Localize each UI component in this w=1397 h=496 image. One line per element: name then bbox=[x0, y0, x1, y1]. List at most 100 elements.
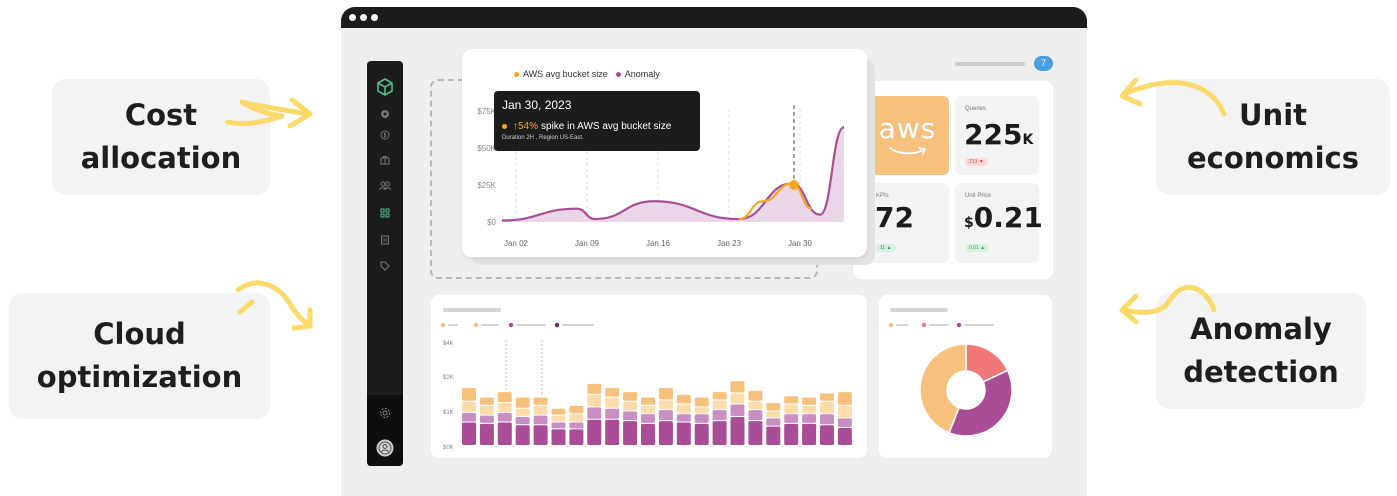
bar-chart-panel: $4K $2K $1K $0K bbox=[431, 295, 867, 458]
bar-segment bbox=[569, 422, 584, 429]
legend-swatch bbox=[956, 322, 962, 328]
circle-icon[interactable] bbox=[367, 109, 403, 119]
users-icon[interactable] bbox=[367, 181, 403, 191]
bar-segment bbox=[623, 401, 638, 411]
legend-swatch bbox=[554, 322, 560, 328]
kpis-value: 72 bbox=[875, 201, 914, 234]
app-window: 7 aws Queries 225K 213 ▼ KPIs 72 11 ▲ Un… bbox=[341, 7, 1087, 496]
bar-segment bbox=[551, 429, 566, 445]
curved-arrow-icon bbox=[1119, 77, 1227, 117]
bar-segment bbox=[784, 396, 799, 404]
bar-segment bbox=[479, 415, 494, 423]
bar-segment bbox=[658, 410, 673, 421]
sidebar-footer bbox=[367, 395, 403, 466]
sidebar bbox=[367, 61, 403, 466]
queries-change-badge: 213 ▼ bbox=[965, 158, 988, 166]
bar-segment bbox=[748, 421, 763, 445]
legend-placeholder bbox=[896, 324, 908, 326]
tooltip-dot bbox=[502, 124, 507, 129]
x-tick-label: Jan 16 bbox=[646, 239, 671, 248]
dollar-icon[interactable] bbox=[367, 130, 403, 140]
window-control-dot[interactable] bbox=[360, 14, 367, 21]
bar-segment bbox=[605, 408, 620, 419]
bar-segment bbox=[515, 416, 530, 425]
bar-segment bbox=[676, 394, 691, 404]
unit-price-card: Unit Price $0.21 0.01 ▲ bbox=[955, 183, 1043, 263]
unit-price-change-badge: 0.01 ▲ bbox=[965, 244, 990, 252]
bar-segment bbox=[676, 404, 691, 414]
line-chart-card: AWS avg bucket size Anomaly $75K $50K $25K… bbox=[462, 49, 867, 257]
kpis-card: KPIs 72 11 ▲ bbox=[866, 183, 949, 263]
bar-segment bbox=[533, 405, 548, 415]
bar-segment bbox=[587, 394, 602, 407]
aws-smile-icon bbox=[889, 147, 927, 155]
bar-segment bbox=[820, 414, 834, 425]
bar-segment bbox=[641, 397, 655, 405]
bar-segment bbox=[837, 428, 852, 445]
feature-label-line: detection bbox=[1183, 355, 1339, 389]
bar-segment bbox=[641, 405, 655, 414]
document-icon[interactable] bbox=[367, 235, 403, 245]
bar-segment bbox=[730, 381, 745, 393]
avatar-icon[interactable] bbox=[367, 439, 403, 457]
tag-icon[interactable] bbox=[367, 261, 403, 271]
feature-label-line: allocation bbox=[80, 141, 242, 175]
bar-segment bbox=[587, 419, 602, 445]
feature-label-line: Cloud bbox=[93, 317, 186, 351]
donut-slice bbox=[948, 369, 1013, 437]
bar-segment bbox=[479, 397, 494, 405]
bar-segment bbox=[641, 423, 655, 445]
y-tick-label: $0K bbox=[443, 445, 454, 451]
bar-segment bbox=[694, 414, 709, 423]
window-control-dot[interactable] bbox=[371, 14, 378, 21]
bar-segment bbox=[802, 414, 817, 423]
grid-icon[interactable] bbox=[367, 208, 403, 218]
briefcase-icon[interactable] bbox=[367, 155, 403, 165]
bar-segment bbox=[712, 421, 727, 445]
legend-swatch bbox=[888, 322, 894, 328]
legend-placeholder bbox=[481, 324, 499, 326]
x-tick-label: Jan 02 bbox=[504, 239, 529, 248]
bar-segment bbox=[551, 408, 566, 415]
bar-segment bbox=[497, 412, 512, 422]
queries-value: 225K bbox=[964, 118, 1033, 151]
tooltip-subtext: Duration 2H , Region US-East. bbox=[502, 135, 584, 141]
unit-price-value: $0.21 bbox=[964, 201, 1043, 234]
logo-cube-icon[interactable] bbox=[367, 77, 403, 97]
bar-segment bbox=[712, 392, 727, 400]
bar-segment bbox=[730, 416, 745, 445]
header-placeholder-bar bbox=[955, 62, 1025, 66]
feature-label-line: Cost bbox=[124, 98, 198, 132]
bar-segment bbox=[658, 421, 673, 445]
y-tick-label: $1K bbox=[443, 410, 454, 416]
bar-segment bbox=[533, 415, 548, 425]
settings-icon[interactable] bbox=[367, 407, 403, 419]
x-tick-label: Jan 30 bbox=[788, 239, 813, 248]
bar-segment bbox=[658, 400, 673, 410]
unit-price-label: Unit Price bbox=[965, 193, 992, 199]
kpis-label: KPIs bbox=[876, 193, 889, 199]
bar-segment bbox=[694, 423, 709, 445]
bar-segment bbox=[462, 412, 476, 422]
squiggle-arrow-icon bbox=[225, 97, 313, 129]
bar-segment bbox=[820, 401, 834, 414]
bar-segment bbox=[641, 414, 655, 423]
unit-price-number: 0.21 bbox=[973, 201, 1043, 234]
bar-segment bbox=[515, 397, 530, 408]
x-tick-label: Jan 23 bbox=[717, 239, 742, 248]
bar-segment bbox=[605, 397, 620, 408]
bar-segment bbox=[820, 425, 834, 445]
bar-segment bbox=[605, 387, 620, 397]
bar-segment bbox=[766, 411, 781, 418]
y-tick-label: $25K bbox=[477, 181, 496, 190]
bar-segment bbox=[462, 422, 476, 445]
bar-segment bbox=[676, 422, 691, 445]
bar-segment bbox=[587, 407, 602, 419]
notification-badge[interactable]: 7 bbox=[1034, 56, 1053, 71]
tooltip-text: spike in AWS avg bucket size bbox=[541, 121, 672, 132]
bar-segment bbox=[533, 397, 548, 405]
aws-logo: aws bbox=[878, 112, 937, 145]
bar-segment bbox=[623, 411, 638, 421]
window-control-dot[interactable] bbox=[349, 14, 356, 21]
tooltip-date: Jan 30, 2023 bbox=[502, 98, 572, 112]
